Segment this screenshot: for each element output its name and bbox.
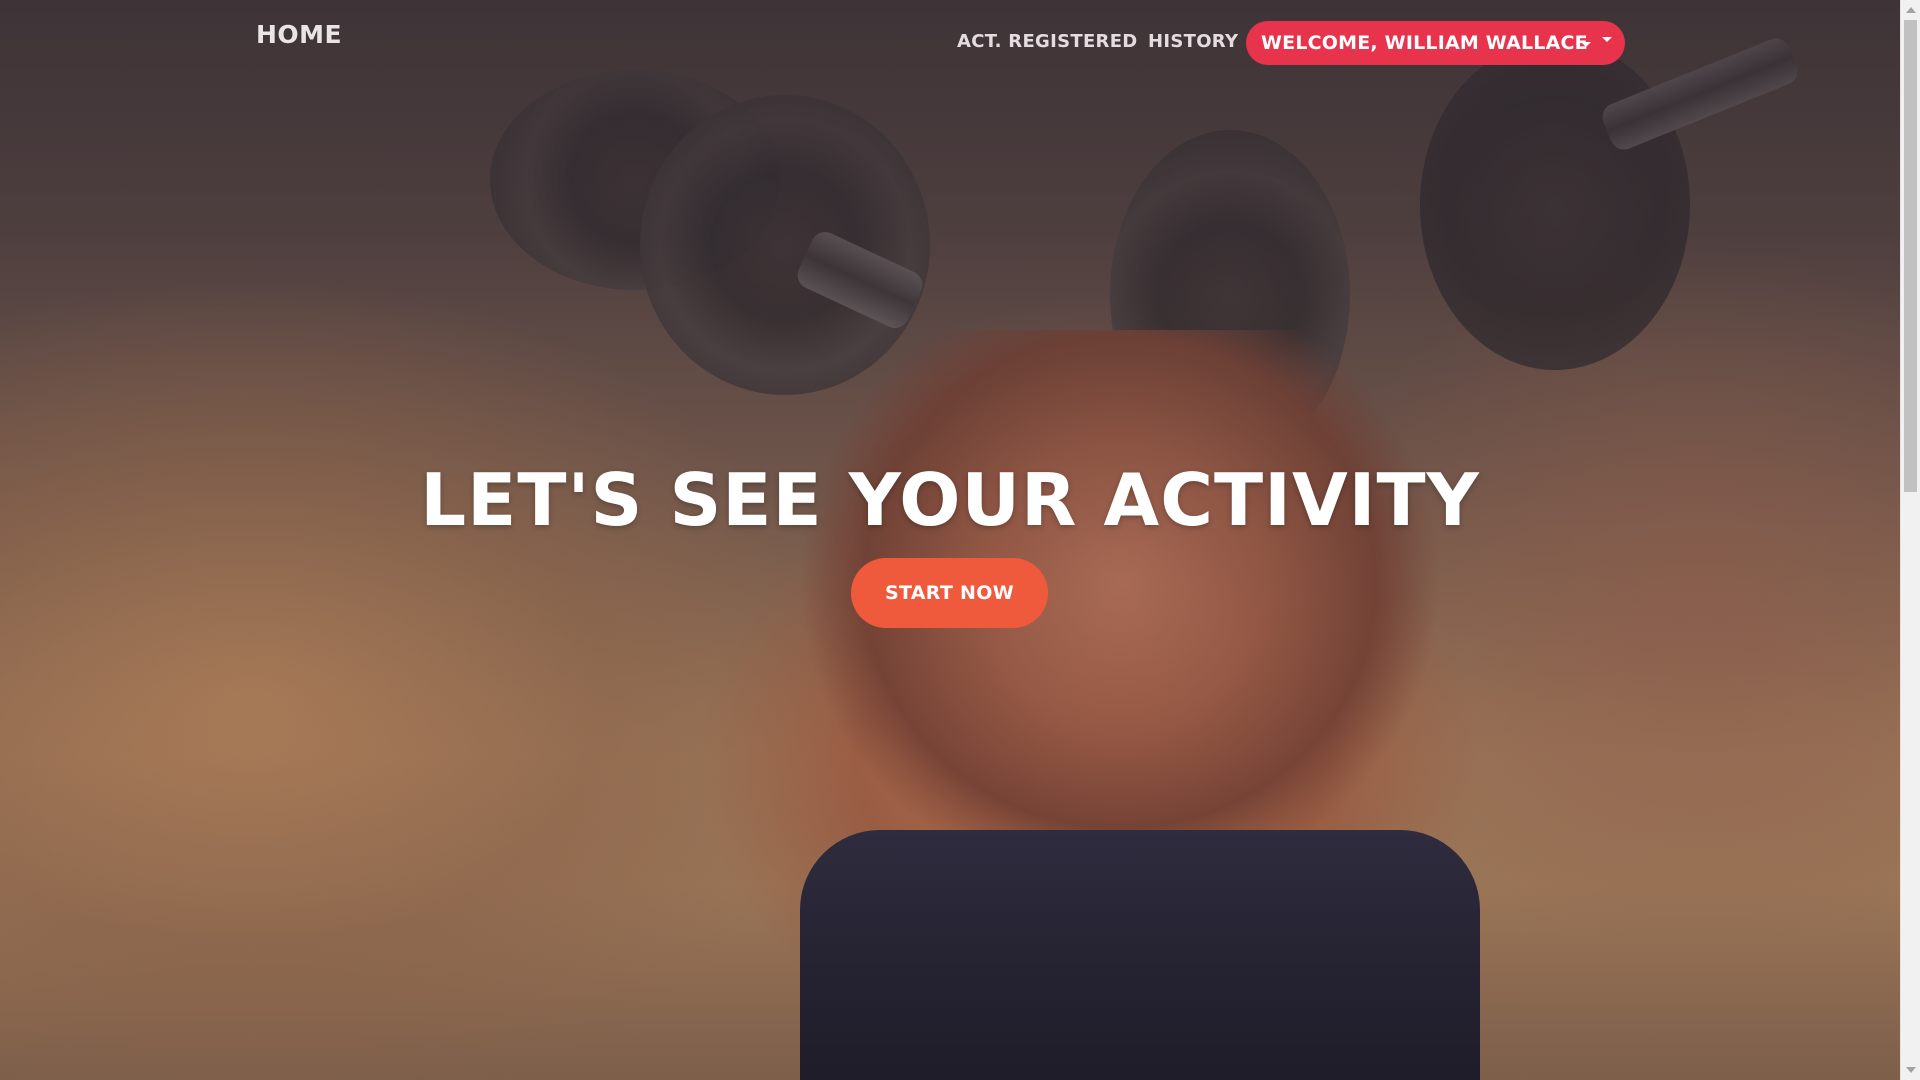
dropdown-toggle-icon[interactable] — [1602, 37, 1612, 42]
hero-headline: LET'S SEE YOUR ACTIVITY — [420, 458, 1480, 542]
scrollbar-thumb[interactable] — [1904, 20, 1917, 492]
arrow-up-icon[interactable] — [1906, 7, 1916, 13]
welcome-label: WELCOME, WILLIAM WALLACE — [1261, 32, 1588, 54]
home-link[interactable]: HOME — [256, 20, 342, 49]
arrow-down-icon[interactable] — [1906, 1067, 1916, 1073]
vertical-scrollbar[interactable] — [1900, 0, 1920, 1080]
nav-history[interactable]: HISTORY — [1148, 31, 1238, 52]
start-now-button[interactable]: START NOW — [851, 558, 1048, 628]
user-menu-button[interactable]: WELCOME, WILLIAM WALLACE — [1246, 21, 1625, 65]
page: HOME ACT. REGISTERED HISTORY WELCOME, WI… — [0, 0, 1920, 1080]
top-navbar: HOME ACT. REGISTERED HISTORY WELCOME, WI… — [0, 0, 1900, 86]
chevron-down-icon — [1581, 42, 1591, 47]
nav-act-registered[interactable]: ACT. REGISTERED — [957, 31, 1138, 52]
